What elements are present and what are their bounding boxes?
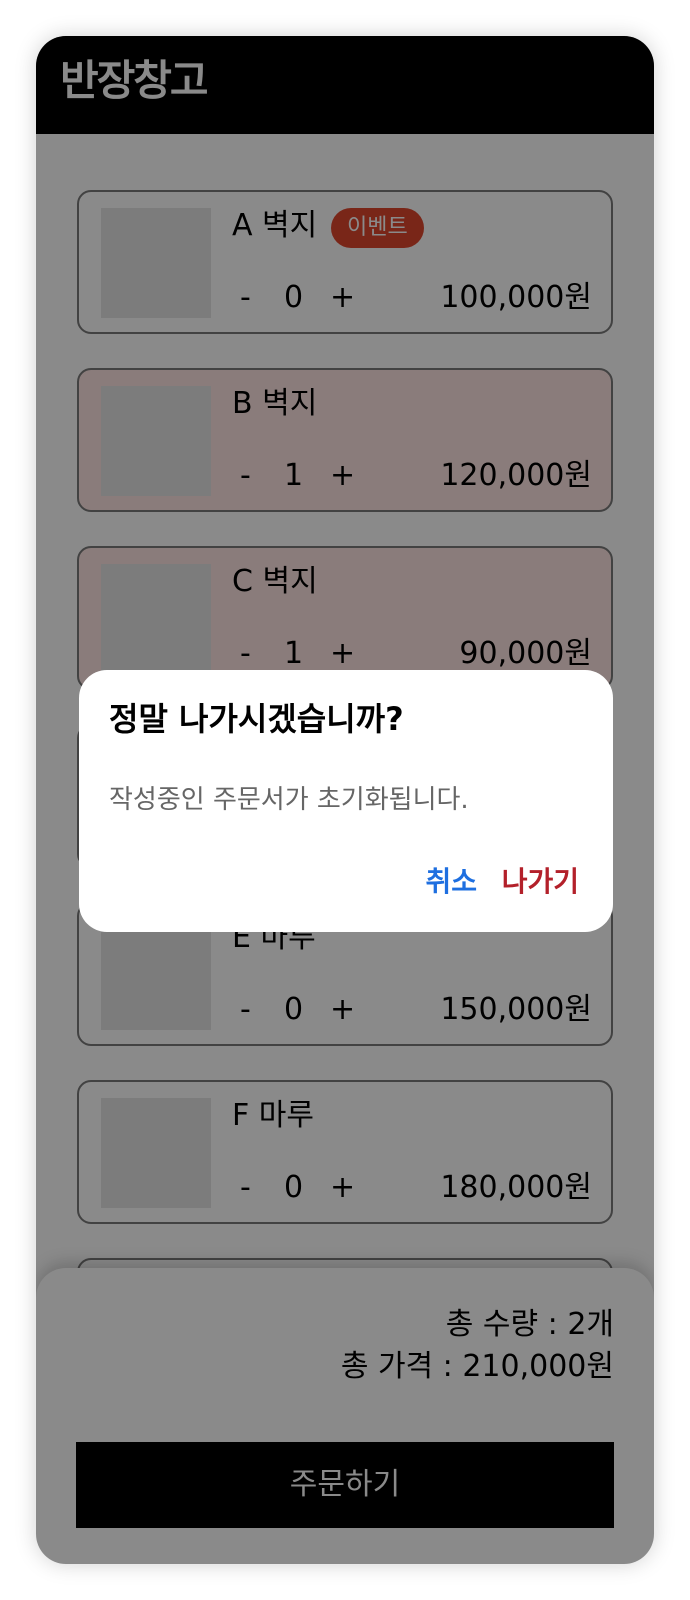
cancel-button[interactable]: 취소 [425,860,477,904]
leave-button[interactable]: 나가기 [502,860,579,904]
modal-backdrop-header [36,36,654,134]
dialog-title: 정말 나가시겠습니까? [109,700,404,738]
app-screen: 반장창고 A 벽지 이벤트 - 0 + 100,000원 B 벽지 - 1 + … [36,36,654,1564]
dialog-message: 작성중인 주문서가 초기화됩니다. [109,785,469,815]
exit-confirm-dialog: 정말 나가시겠습니까? 작성중인 주문서가 초기화됩니다. 취소 나가기 [79,670,613,932]
